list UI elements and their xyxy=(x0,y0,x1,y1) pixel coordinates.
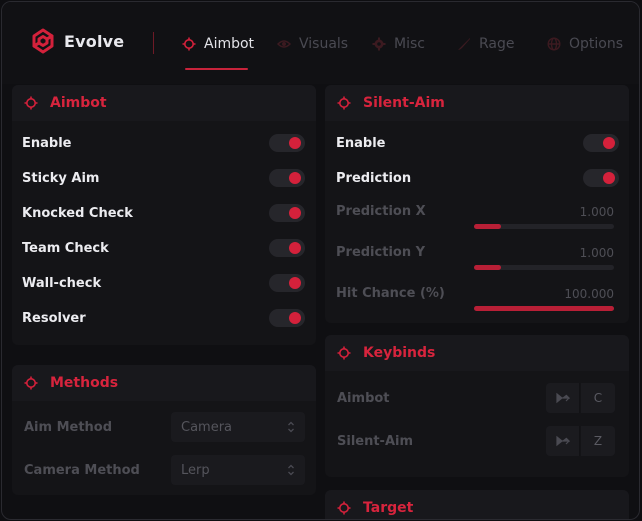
prediction-label: Prediction xyxy=(336,171,412,186)
camera-method-label: Camera Method xyxy=(24,463,140,478)
globe-icon xyxy=(547,37,561,51)
enable-toggle[interactable] xyxy=(269,134,305,152)
prediction-x-slider[interactable] xyxy=(474,224,614,229)
tab-label: Visuals xyxy=(299,36,349,52)
methods-panel: Methods Aim Method Camera Camera Method … xyxy=(12,365,316,495)
tab-aimbot[interactable]: Aimbot xyxy=(182,24,254,64)
hit-chance-label: Hit Chance (%) xyxy=(336,286,445,301)
panel-title: Target xyxy=(363,500,414,516)
aimbot-keybind-label: Aimbot xyxy=(337,391,390,406)
prediction-y-value: 1.000 xyxy=(579,246,614,260)
prediction-x-label: Prediction X xyxy=(336,204,426,219)
crosshair-icon xyxy=(337,501,351,515)
target-panel: Target xyxy=(325,490,629,519)
keybinds-panel-header: Keybinds xyxy=(325,335,629,371)
resolver-label: Resolver xyxy=(22,311,86,326)
knocked-check-label: Knocked Check xyxy=(22,206,133,221)
toggle-knob xyxy=(603,137,615,149)
silent-aim-keybind-mode-button[interactable] xyxy=(546,426,580,456)
methods-panel-header: Methods xyxy=(12,365,316,401)
header-bar: Evolve Aimbot Visuals Misc Rage Options xyxy=(2,2,639,84)
slider-fill xyxy=(474,265,501,270)
enable-label: Enable xyxy=(22,136,72,151)
crosshair-icon xyxy=(337,346,351,360)
crosshair-icon xyxy=(337,96,351,110)
chevron-updown-icon xyxy=(288,464,294,476)
app-window: Evolve Aimbot Visuals Misc Rage Options … xyxy=(1,1,640,520)
silent-enable-toggle[interactable] xyxy=(583,134,619,152)
toggle-knob xyxy=(289,312,301,324)
team-check-label: Team Check xyxy=(22,241,109,256)
silent-aim-keybind-label: Silent-Aim xyxy=(337,434,414,449)
brand-logo-icon xyxy=(32,28,54,54)
silent-aim-panel-header: Silent-Aim xyxy=(325,85,629,121)
brand: Evolve xyxy=(30,28,124,54)
silent-aim-panel: Silent-Aim Enable Prediction Prediction … xyxy=(325,85,629,323)
toggle-knob xyxy=(289,137,301,149)
slider-fill xyxy=(474,306,614,311)
tab-misc[interactable]: Misc xyxy=(372,24,425,64)
knocked-check-toggle[interactable] xyxy=(269,204,305,222)
tab-label: Options xyxy=(569,36,624,52)
tab-label: Aimbot xyxy=(204,36,255,52)
toggle-knob xyxy=(289,242,301,254)
toggle-knob xyxy=(289,277,301,289)
panel-title: Methods xyxy=(50,375,119,391)
camera-method-select[interactable]: Lerp xyxy=(171,455,305,485)
sticky-aim-toggle[interactable] xyxy=(269,169,305,187)
toggle-knob xyxy=(289,207,301,219)
select-value: Camera xyxy=(181,419,233,435)
gear-icon xyxy=(372,37,386,51)
cursor-icon xyxy=(555,392,570,404)
target-panel-header: Target xyxy=(325,490,629,519)
toggle-knob xyxy=(289,172,301,184)
tab-options[interactable]: Options xyxy=(547,24,623,64)
crosshair-icon xyxy=(24,96,38,110)
header-divider xyxy=(153,32,154,54)
chevron-updown-icon xyxy=(288,421,294,433)
panel-title: Aimbot xyxy=(50,95,107,111)
crosshair-icon xyxy=(24,376,38,390)
crosshair-icon xyxy=(182,37,196,51)
prediction-y-label: Prediction Y xyxy=(336,245,426,260)
tab-rage[interactable]: Rage xyxy=(457,24,515,64)
brand-name: Evolve xyxy=(64,31,125,51)
aim-method-label: Aim Method xyxy=(24,420,113,435)
team-check-toggle[interactable] xyxy=(269,239,305,257)
sticky-aim-label: Sticky Aim xyxy=(22,171,100,186)
aimbot-keybind-mode-button[interactable] xyxy=(546,383,580,413)
panel-title: Silent-Aim xyxy=(363,95,445,111)
tab-visuals[interactable]: Visuals xyxy=(277,24,348,64)
slider-fill xyxy=(474,224,501,229)
prediction-x-value: 1.000 xyxy=(579,205,614,219)
resolver-toggle[interactable] xyxy=(269,309,305,327)
hit-chance-value: 100.000 xyxy=(564,287,614,301)
wall-check-toggle[interactable] xyxy=(269,274,305,292)
cursor-icon xyxy=(555,435,570,447)
panel-title: Keybinds xyxy=(363,345,436,361)
aimbot-keybind-key-button[interactable]: C xyxy=(581,383,615,413)
eye-icon xyxy=(277,40,291,48)
keybinds-panel: Keybinds Aimbot C Silent-Aim Z xyxy=(325,335,629,477)
aimbot-panel-header: Aimbot xyxy=(12,85,316,121)
knife-icon xyxy=(458,38,470,50)
toggle-knob xyxy=(603,172,615,184)
prediction-toggle[interactable] xyxy=(583,169,619,187)
wall-check-label: Wall-check xyxy=(22,276,102,291)
active-tab-indicator xyxy=(185,68,248,70)
hit-chance-slider[interactable] xyxy=(474,306,614,311)
silent-enable-label: Enable xyxy=(336,136,386,151)
select-value: Lerp xyxy=(181,462,210,478)
tab-label: Rage xyxy=(479,36,515,52)
aimbot-panel: Aimbot Enable Sticky Aim Knocked Check T… xyxy=(12,85,316,345)
aim-method-select[interactable]: Camera xyxy=(171,412,305,442)
silent-aim-keybind-key-button[interactable]: Z xyxy=(581,426,615,456)
tab-label: Misc xyxy=(394,36,425,52)
prediction-y-slider[interactable] xyxy=(474,265,614,270)
